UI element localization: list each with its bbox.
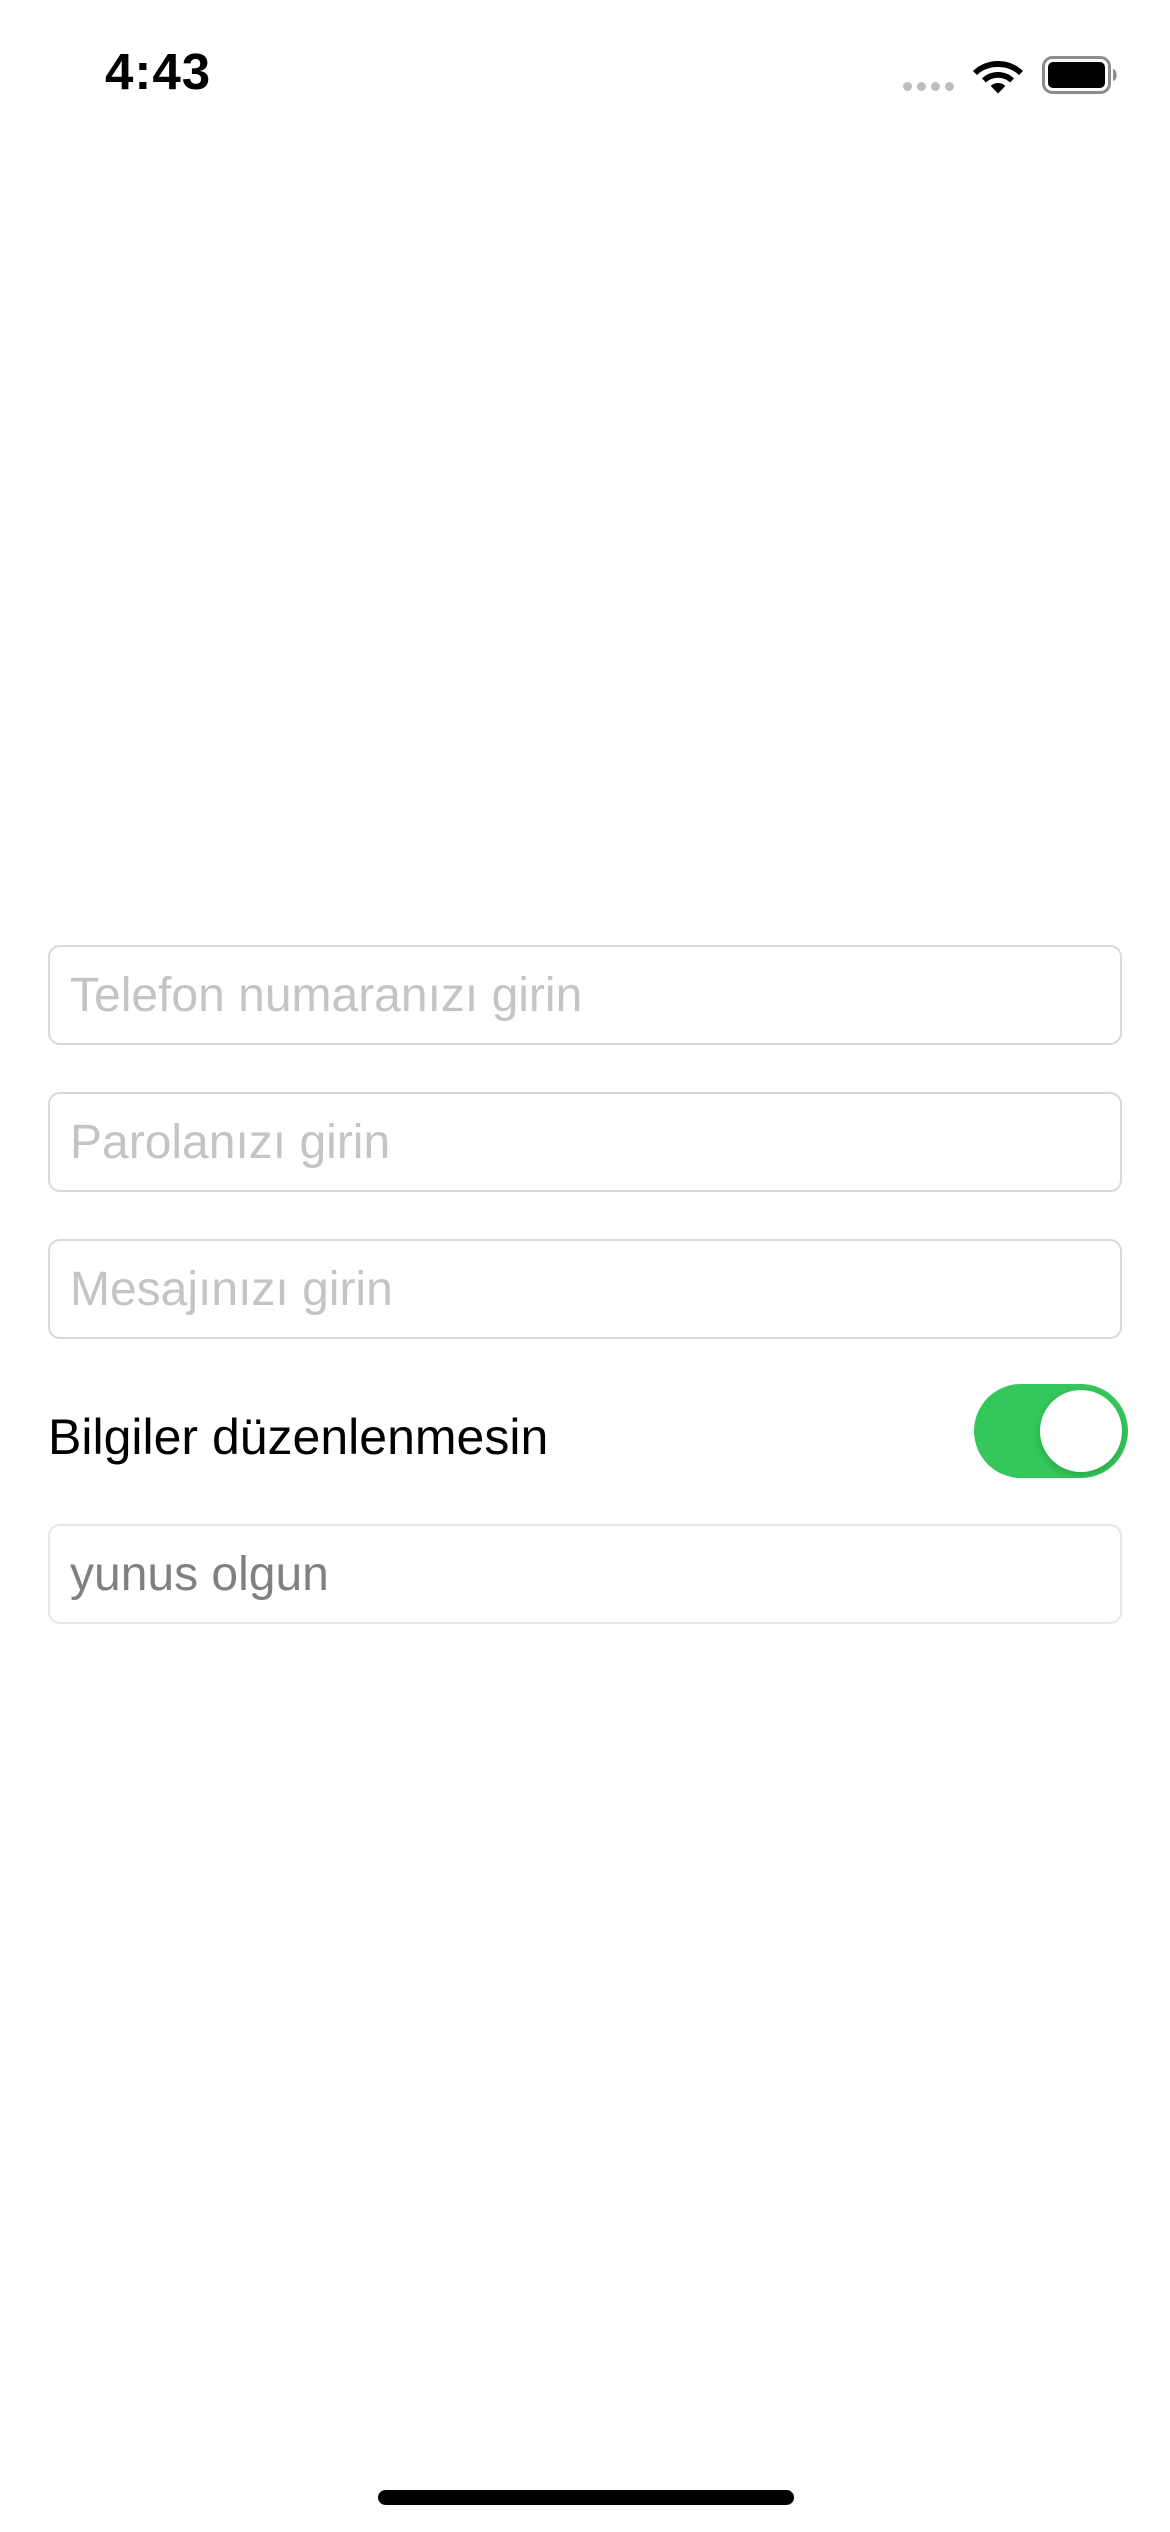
wifi-icon — [972, 55, 1024, 95]
message-input[interactable] — [48, 1239, 1122, 1339]
status-icons — [903, 50, 1118, 100]
toggle-knob — [1040, 1390, 1122, 1472]
edit-lock-row: Bilgiler düzenlenmesin — [48, 1384, 1128, 1484]
edit-lock-toggle[interactable] — [974, 1384, 1128, 1478]
edit-lock-label: Bilgiler düzenlenmesin — [48, 1409, 549, 1465]
status-bar: 4:43 — [0, 0, 1170, 150]
status-time: 4:43 — [105, 43, 212, 100]
name-field[interactable] — [48, 1524, 1122, 1624]
cellular-signal-icon — [903, 81, 954, 91]
battery-icon — [1042, 56, 1118, 94]
phone-number-input[interactable] — [48, 945, 1122, 1045]
home-indicator — [378, 2490, 794, 2505]
password-input[interactable] — [48, 1092, 1122, 1192]
